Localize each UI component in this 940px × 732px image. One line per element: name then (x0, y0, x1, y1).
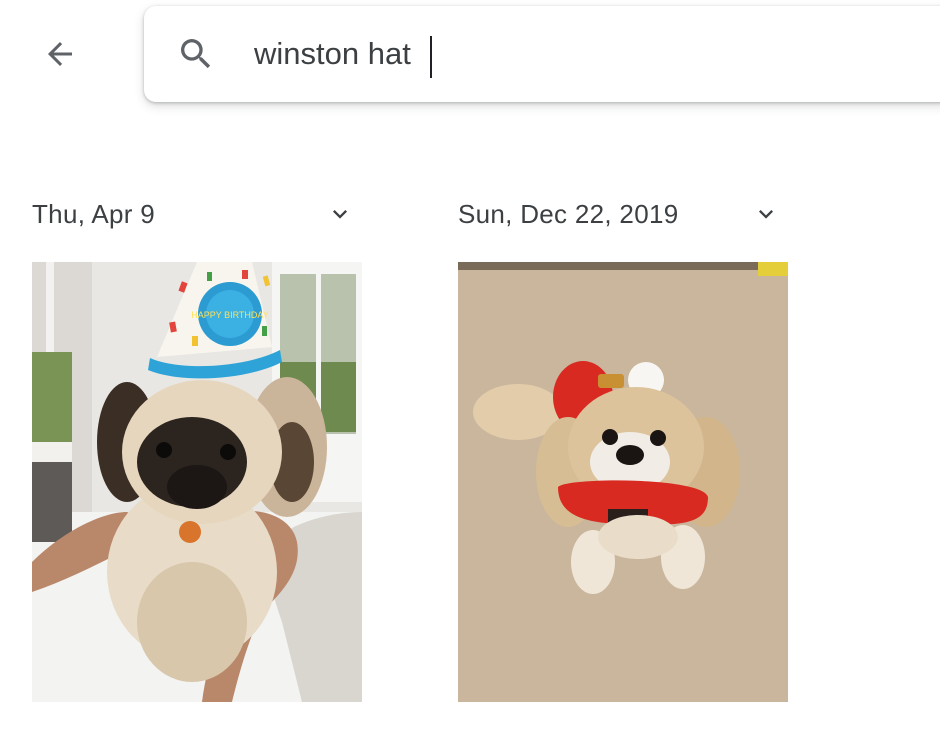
search-icon[interactable] (176, 34, 216, 74)
arrow-back-icon (48, 42, 72, 66)
photo-thumbnail[interactable] (458, 262, 788, 702)
chevron-down-icon[interactable] (326, 200, 354, 228)
search-bar (144, 6, 940, 102)
back-button[interactable] (30, 26, 90, 82)
date-group-header: Sun, Dec 22, 2019 (458, 192, 788, 236)
date-group-header: Thu, Apr 9 (32, 192, 362, 236)
hat-text: HAPPY BIRTHDAY (191, 310, 269, 320)
date-label: Sun, Dec 22, 2019 (458, 198, 679, 229)
chevron-down-icon[interactable] (752, 200, 780, 228)
photo-thumbnail[interactable]: HAPPY BIRTHDAY (32, 262, 362, 702)
dog-santa-outfit-photo (458, 262, 788, 702)
dog-birthday-hat-photo: HAPPY BIRTHDAY (32, 262, 362, 702)
text-cursor (430, 36, 432, 78)
date-label: Thu, Apr 9 (32, 198, 155, 229)
search-input[interactable] (254, 26, 894, 82)
